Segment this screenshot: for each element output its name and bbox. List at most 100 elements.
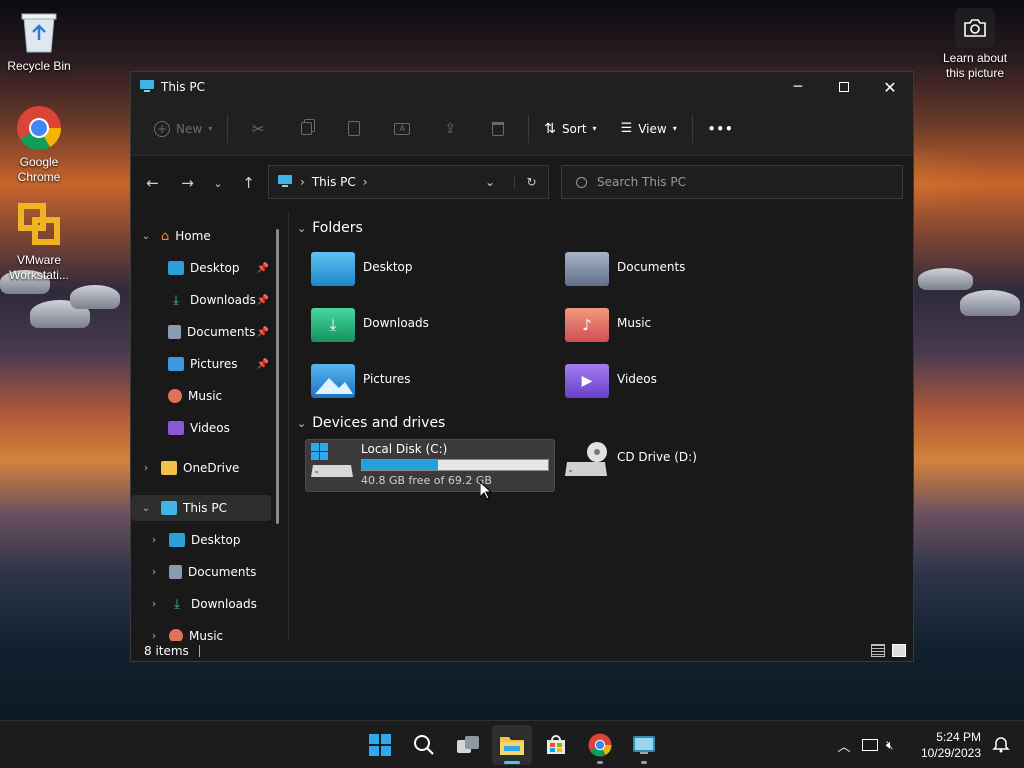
delete-button[interactable] (474, 113, 522, 145)
pin-icon[interactable]: 📌 (257, 295, 269, 306)
address-history-button[interactable]: ⌄ (473, 175, 507, 189)
sidebar-label: Documents (187, 325, 256, 339)
sidebar-item-documents[interactable]: Documents 📌 (131, 319, 271, 345)
minimize-button[interactable]: ─ (775, 72, 821, 102)
folder-tile-music[interactable]: ♪ Music (565, 308, 651, 342)
sidebar-item-videos[interactable]: Videos (131, 415, 271, 441)
search-button[interactable] (404, 725, 444, 765)
taskbar-microsoft-store[interactable] (536, 725, 576, 765)
folder-tile-downloads[interactable]: ⤓ Downloads (311, 308, 429, 342)
taskbar-chrome[interactable] (580, 725, 620, 765)
sidebar-scrollbar[interactable] (276, 229, 279, 524)
trash-icon (492, 121, 505, 136)
back-button[interactable]: ← (135, 174, 170, 192)
search-box[interactable]: Search This PC (561, 165, 903, 199)
recent-locations-button[interactable]: ⌄ (205, 177, 231, 190)
search-icon (576, 176, 587, 188)
sidebar-item-pc-documents[interactable]: › Documents (131, 559, 271, 585)
folder-tile-videos[interactable]: ▶ Videos (565, 364, 657, 398)
desktop-icon-recycle-bin[interactable]: Recycle Bin (4, 8, 74, 74)
task-view-button[interactable] (448, 725, 488, 765)
section-header-devices[interactable]: ⌄ Devices and drives (297, 415, 445, 431)
sidebar-item-pc-music[interactable]: › Music (131, 623, 271, 643)
minimize-icon: ─ (793, 79, 803, 95)
desktop-icon-google-chrome[interactable]: Google Chrome (4, 104, 74, 185)
mouse-cursor (479, 480, 493, 503)
section-title: Devices and drives (312, 415, 446, 431)
taskbar-remote-desktop[interactable] (624, 725, 664, 765)
folder-tile-pictures[interactable]: Pictures (311, 364, 411, 398)
address-crumb[interactable]: This PC (312, 175, 356, 189)
sidebar-item-desktop[interactable]: Desktop 📌 (131, 255, 271, 281)
rename-icon: A (394, 122, 411, 135)
more-options-button[interactable]: ••• (699, 113, 743, 145)
close-button[interactable]: ✕ (867, 72, 913, 102)
start-button[interactable] (360, 725, 400, 765)
spotlight-learn-about[interactable]: Learn about this picture (938, 8, 1012, 81)
arrow-up-icon: ↑ (242, 174, 255, 192)
close-icon: ✕ (883, 77, 897, 97)
this-pc-icon (277, 174, 293, 191)
status-bar: 8 items (131, 641, 913, 661)
folder-tile-desktop[interactable]: Desktop (311, 252, 413, 286)
sidebar-item-downloads[interactable]: ⤓ Downloads 📌 (131, 287, 271, 313)
volume-muted-icon[interactable]: 🔇︎ (886, 738, 894, 753)
view-button[interactable]: ☰ View ▾ (612, 113, 686, 145)
maximize-button[interactable] (821, 72, 867, 102)
sidebar-label: OneDrive (183, 461, 240, 475)
address-bar[interactable]: › This PC › ⌄ ↻ (268, 165, 549, 199)
folder-label: Videos (617, 372, 657, 386)
title-bar[interactable]: This PC ─ ✕ (131, 72, 913, 102)
section-header-folders[interactable]: ⌄ Folders (297, 220, 363, 236)
wallpaper-salt-mound (960, 290, 1020, 316)
rename-button[interactable]: A (378, 113, 426, 145)
details-view-button[interactable] (871, 644, 885, 657)
sidebar-label: Documents (188, 565, 257, 579)
tiles-view-button[interactable] (892, 644, 906, 657)
share-icon: ⇪ (444, 120, 457, 137)
pin-icon[interactable]: 📌 (257, 263, 269, 274)
network-icon[interactable] (862, 739, 878, 751)
pane-divider[interactable] (288, 211, 289, 643)
new-button[interactable]: + New ▾ (145, 113, 221, 145)
search-icon (414, 735, 434, 755)
taskbar: ︿ 🔇︎ 5:24 PM 10/29/2023 (0, 720, 1024, 768)
sidebar-item-onedrive[interactable]: › OneDrive (131, 455, 271, 481)
taskbar-file-explorer[interactable] (492, 725, 532, 765)
sidebar-label: Pictures (190, 357, 238, 371)
pin-icon[interactable]: 📌 (257, 327, 269, 338)
sidebar-item-pc-downloads[interactable]: › ⤓ Downloads (131, 591, 271, 617)
desktop-icon-vmware[interactable]: VMware Workstati... (4, 202, 74, 283)
wallpaper-salt-mound (70, 285, 120, 309)
chevron-right-icon: › (144, 462, 148, 474)
sidebar-item-this-pc[interactable]: ⌄ This PC (131, 495, 271, 521)
folder-tile-documents[interactable]: Documents (565, 252, 685, 286)
chevron-down-icon: ▾ (592, 124, 597, 133)
pin-icon[interactable]: 📌 (257, 359, 269, 370)
drive-tile-d[interactable]: CD Drive (D:) (565, 442, 697, 478)
paste-button[interactable] (330, 113, 378, 145)
cut-button[interactable]: ✂ (234, 113, 282, 145)
sidebar-item-pc-desktop[interactable]: › Desktop (131, 527, 271, 553)
file-explorer-window: This PC ─ ✕ + New ▾ ✂ A ⇪ ⇅ Sort ▾ ☰ Vie… (130, 71, 914, 662)
sidebar-item-pictures[interactable]: Pictures 📌 (131, 351, 271, 377)
chevron-right-icon: › (152, 534, 156, 546)
chevron-right-icon: › (300, 175, 305, 189)
show-hidden-icons-button[interactable]: ︿ (834, 736, 854, 755)
forward-button[interactable]: → (170, 174, 205, 192)
up-button[interactable]: ↑ (231, 174, 266, 192)
sort-button[interactable]: ⇅ Sort ▾ (535, 113, 605, 145)
desktop-icon-label: Recycle Bin (7, 59, 71, 73)
refresh-button[interactable]: ↻ (514, 175, 548, 189)
sidebar-item-home[interactable]: ⌄ ⌂ Home (131, 223, 271, 249)
notifications-button[interactable] (992, 735, 1012, 755)
camera-icon (955, 8, 995, 48)
desktop-folder-icon (168, 261, 184, 275)
copy-button[interactable] (282, 113, 330, 145)
clock[interactable]: 5:24 PM 10/29/2023 (921, 729, 981, 761)
this-pc-icon (161, 501, 177, 515)
share-button[interactable]: ⇪ (426, 113, 474, 145)
sidebar-item-music[interactable]: Music (131, 383, 271, 409)
drive-free-space: 40.8 GB free of 69.2 GB (361, 474, 492, 487)
chevron-right-icon: › (152, 630, 156, 642)
